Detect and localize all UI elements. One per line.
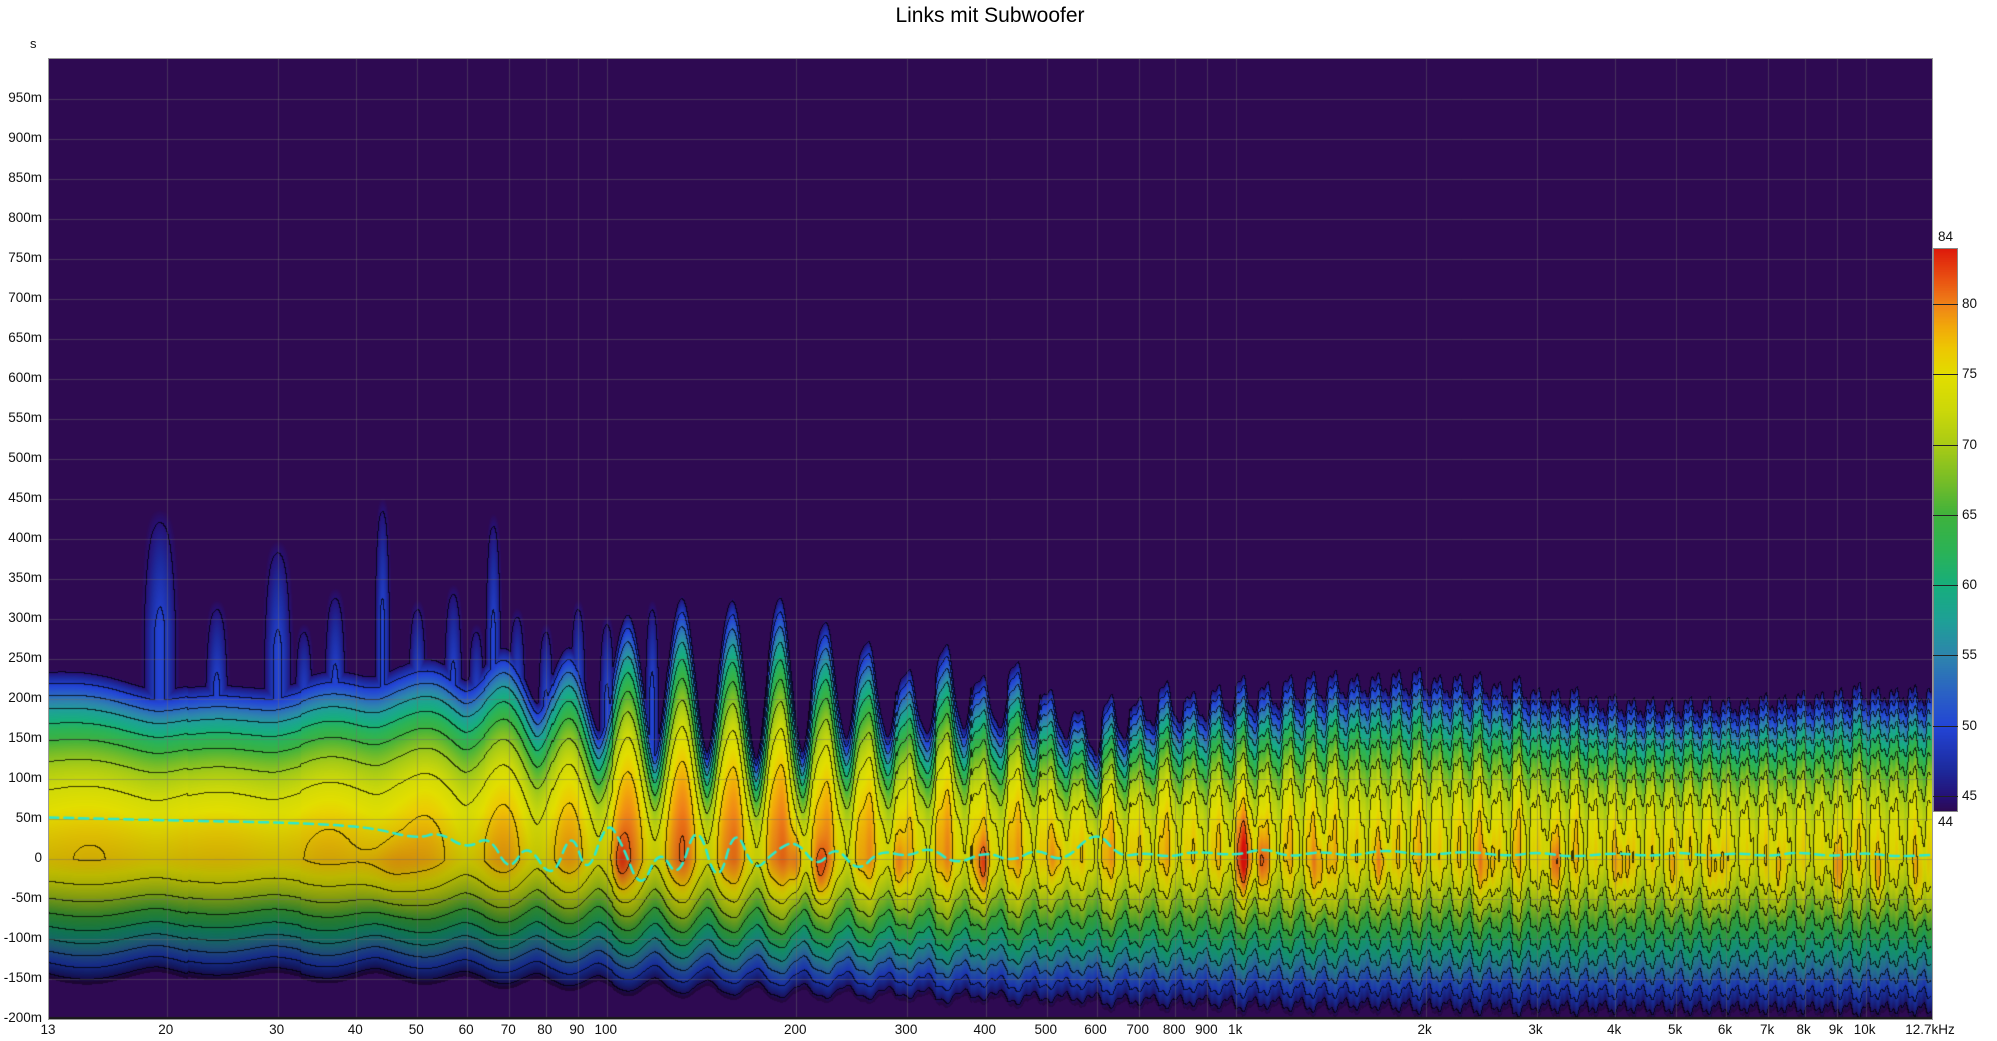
y-tick-label: 250m	[0, 650, 42, 666]
y-tick-label: -200m	[0, 1010, 42, 1026]
colorbar-tick-label: 80	[1962, 297, 1977, 311]
x-tick-label: 3k	[1528, 1022, 1542, 1037]
y-tick-label: 850m	[0, 170, 42, 186]
y-tick-label: 150m	[0, 730, 42, 746]
x-tick-label: 80	[537, 1022, 552, 1037]
spectrogram-canvas[interactable]	[48, 58, 1933, 1020]
x-tick-label: 90	[569, 1022, 584, 1037]
y-tick-label: 300m	[0, 610, 42, 626]
x-tick-label: 70	[501, 1022, 516, 1037]
y-tick-label: 600m	[0, 370, 42, 386]
colorbar-tick-mark	[1933, 515, 1958, 516]
colorbar-tick-label: 65	[1962, 508, 1977, 522]
x-tick-label: 2k	[1418, 1022, 1432, 1037]
colorbar-tick-mark	[1933, 304, 1958, 305]
colorbar-tick-mark	[1933, 585, 1958, 586]
colorbar-tick-mark	[1933, 445, 1958, 446]
colorbar-max-label: 84	[1934, 229, 1957, 244]
y-tick-label: 650m	[0, 330, 42, 346]
x-tick-label: 1k	[1228, 1022, 1242, 1037]
y-tick-label: 350m	[0, 570, 42, 586]
x-tick-label: 100	[594, 1022, 617, 1037]
page-title: Links mit Subwoofer	[895, 4, 1084, 28]
colorbar-tick-mark	[1933, 726, 1958, 727]
x-tick-label: 12.7kHz	[1905, 1022, 1955, 1037]
y-tick-label: 50m	[0, 810, 42, 826]
colorbar-tick-mark	[1933, 796, 1958, 797]
y-tick-label: 500m	[0, 450, 42, 466]
x-tick-label: 30	[269, 1022, 284, 1037]
x-tick-label: 5k	[1668, 1022, 1682, 1037]
y-tick-label: 0	[0, 850, 42, 866]
y-tick-label: 200m	[0, 690, 42, 706]
y-axis-unit-label: s	[30, 36, 37, 51]
x-tick-label: 8k	[1797, 1022, 1811, 1037]
y-tick-label: 800m	[0, 210, 42, 226]
colorbar-tick-label: 70	[1962, 438, 1977, 452]
y-tick-label: 950m	[0, 90, 42, 106]
x-tick-label: 500	[1034, 1022, 1057, 1037]
x-tick-label: 200	[784, 1022, 807, 1037]
y-tick-label: 100m	[0, 770, 42, 786]
x-tick-label: 4k	[1607, 1022, 1621, 1037]
y-tick-label: 700m	[0, 290, 42, 306]
x-tick-label: 400	[973, 1022, 996, 1037]
x-tick-label: 800	[1163, 1022, 1186, 1037]
colorbar-tick-mark	[1933, 374, 1958, 375]
x-tick-label: 10k	[1854, 1022, 1876, 1037]
x-tick-label: 40	[348, 1022, 363, 1037]
y-tick-label: 450m	[0, 490, 42, 506]
y-tick-label: 550m	[0, 410, 42, 426]
x-tick-label: 6k	[1718, 1022, 1732, 1037]
colorbar-tick-mark	[1933, 655, 1958, 656]
y-tick-label: -100m	[0, 930, 42, 946]
colorbar-tick-label: 55	[1962, 648, 1977, 662]
colorbar	[1933, 248, 1958, 812]
x-tick-label: 50	[409, 1022, 424, 1037]
colorbar-min-label: 44	[1934, 814, 1957, 829]
y-tick-label: -50m	[0, 890, 42, 906]
x-tick-label: 20	[158, 1022, 173, 1037]
wavelet-spectrogram-page: Links mit Subwoofer s 950m 900m 850m 800m 75…	[0, 0, 1997, 1041]
colorbar-tick-label: 75	[1962, 367, 1977, 381]
x-tick-label: 13	[40, 1022, 55, 1037]
y-tick-label: 750m	[0, 250, 42, 266]
x-tick-label: 60	[459, 1022, 474, 1037]
x-tick-label: 7k	[1760, 1022, 1774, 1037]
x-tick-label: 300	[895, 1022, 918, 1037]
y-tick-label: 400m	[0, 530, 42, 546]
y-tick-label: 900m	[0, 130, 42, 146]
colorbar-tick-label: 45	[1962, 789, 1977, 803]
x-tick-label: 9k	[1829, 1022, 1843, 1037]
x-tick-label: 900	[1195, 1022, 1218, 1037]
x-tick-label: 700	[1126, 1022, 1149, 1037]
colorbar-tick-label: 60	[1962, 578, 1977, 592]
x-tick-label: 600	[1084, 1022, 1107, 1037]
y-tick-label: -150m	[0, 970, 42, 986]
colorbar-tick-label: 50	[1962, 719, 1977, 733]
